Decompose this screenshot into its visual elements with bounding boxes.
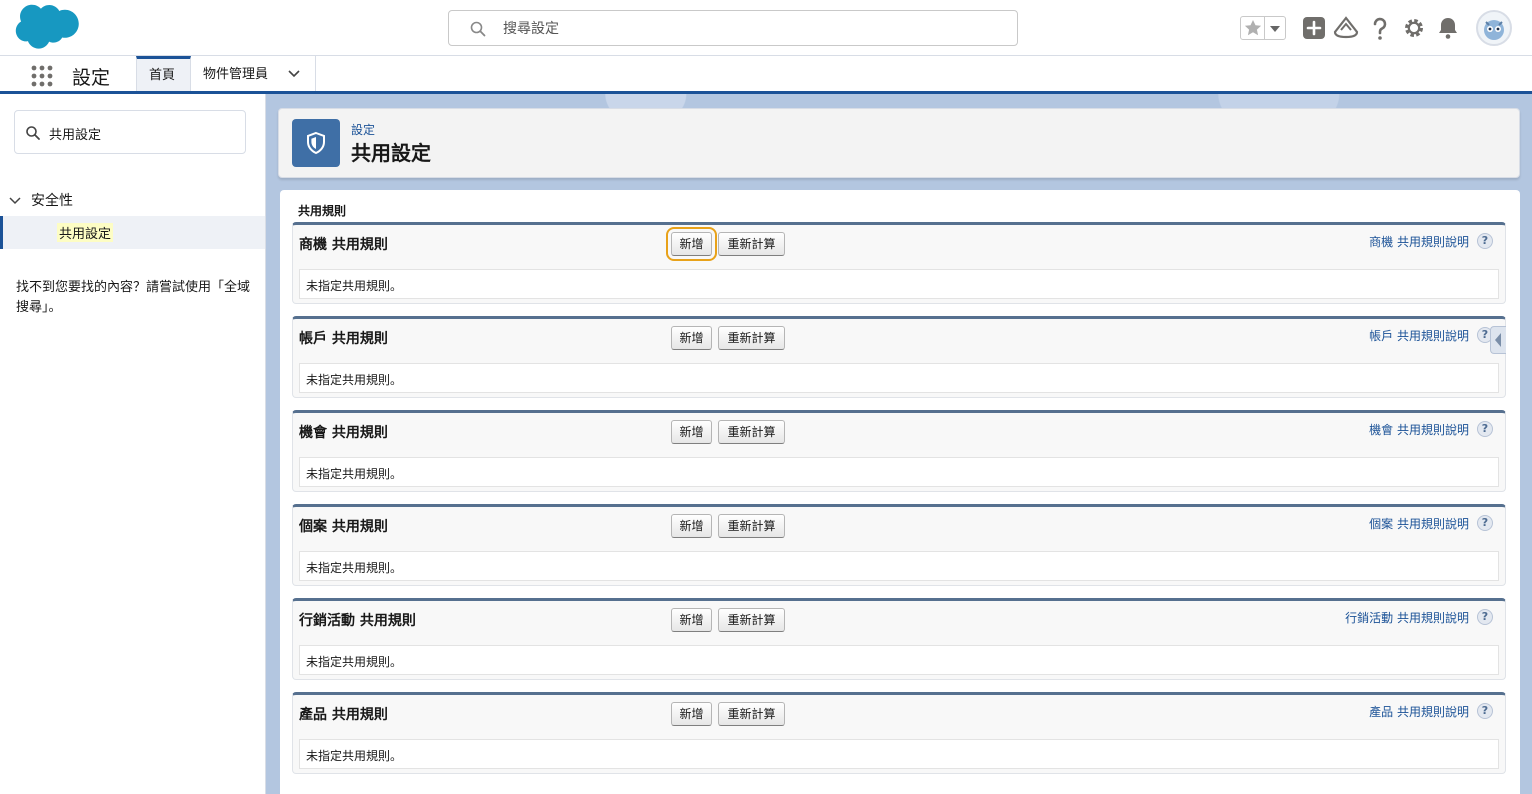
empty-message: 未指定共用規則。 [306,279,403,293]
breadcrumb: 設定 [351,123,376,137]
panel-title: 產品 共用規則 [299,707,388,723]
empty-message: 未指定共用規則。 [306,749,403,763]
notifications-bell-icon[interactable] [1434,14,1462,42]
empty-message: 未指定共用規則。 [306,467,403,481]
section-heading: 共用規則 [298,204,347,218]
tab-home[interactable]: 首頁 [136,56,191,91]
help-link[interactable]: 個案 共用規則說明 [1369,515,1469,532]
recalculate-button[interactable]: 重新計算 [718,232,785,256]
help-link[interactable]: 帳戶 共用規則說明 [1369,327,1469,344]
help-question-icon[interactable]: ? [1477,609,1493,625]
panel-title: 帳戶 共用規則 [299,331,388,347]
app-name: 設定 [72,67,111,89]
favorites-dropdown-icon[interactable] [1265,17,1285,39]
help-question-icon[interactable]: ? [1477,233,1493,249]
panel-body: 未指定共用規則。 [299,457,1499,487]
empty-message: 未指定共用規則。 [306,655,403,669]
global-search[interactable] [448,10,1018,46]
recalculate-button[interactable]: 重新計算 [718,702,785,726]
help-link[interactable]: 行銷活動 共用規則說明 [1345,609,1469,626]
app-launcher-icon[interactable] [30,64,54,88]
global-header [0,0,1532,56]
panel-title: 機會 共用規則 [299,425,388,441]
sharing-rule-panel-campaign: 行銷活動 共用規則 新增 重新計算 行銷活動 共用規則說明 ? 未指定共用規則。 [292,598,1506,680]
quick-find-input[interactable] [49,123,239,143]
panel-body: 未指定共用規則。 [299,551,1499,581]
sharing-rule-panel-product: 產品 共用規則 新增 重新計算 產品 共用規則說明 ? 未指定共用規則。 [292,692,1506,774]
recalculate-button[interactable]: 重新計算 [718,608,785,632]
recalculate-button[interactable]: 重新計算 [718,326,785,350]
recalculate-button[interactable]: 重新計算 [718,514,785,538]
panel-body: 未指定共用規則。 [299,269,1499,299]
panel-title: 個案 共用規則 [299,519,388,535]
chevron-down-icon[interactable] [8,195,22,207]
chevron-left-icon [1495,333,1501,347]
help-link[interactable]: 產品 共用規則說明 [1369,703,1469,720]
panel-body: 未指定共用規則。 [299,363,1499,393]
quick-find[interactable] [14,110,246,154]
recalculate-button[interactable]: 重新計算 [718,420,785,444]
app-navigation: 設定 首頁 物件管理員 [0,56,1532,94]
page-title: 共用設定 [351,141,431,165]
help-question-icon[interactable]: ? [1477,515,1493,531]
setup-sidebar: 安全性 共用設定 找不到您要找的內容？請嘗試使用「全域搜尋」。 [0,94,266,794]
help-link[interactable]: 商機 共用規則說明 [1369,233,1469,250]
panel-body: 未指定共用規則。 [299,645,1499,675]
salesforce-logo[interactable] [14,4,80,52]
help-question-icon[interactable]: ? [1477,703,1493,719]
sharing-rules-section: 共用規則 商機 共用規則 新增 重新計算 商機 共用規則說明 ? 未指定共用規則… [280,190,1520,794]
sharing-rule-panel-case: 個案 共用規則 新增 重新計算 個案 共用規則說明 ? 未指定共用規則。 [292,504,1506,586]
favorites-group [1240,16,1286,40]
new-rule-button[interactable]: 新增 [671,514,712,538]
help-icon[interactable] [1366,14,1394,42]
user-avatar[interactable] [1476,10,1512,46]
panel-title: 商機 共用規則 [299,237,388,253]
help-question-icon[interactable]: ? [1477,421,1493,437]
sharing-rule-panel-lead: 商機 共用規則 新增 重新計算 商機 共用規則說明 ? 未指定共用規則。 [292,222,1506,304]
tree-item-security-label: 安全性 [31,193,73,209]
new-rule-button[interactable]: 新增 [671,702,712,726]
new-rule-button[interactable]: 新增 [671,326,712,350]
search-icon [26,126,40,140]
new-rule-button[interactable]: 新增 [666,227,717,261]
header-utility-icons [1238,10,1528,46]
sidebar-help-text: 找不到您要找的內容？請嘗試使用「全域搜尋」。 [16,280,251,315]
page-header: 設定 共用設定 [278,108,1520,178]
empty-message: 未指定共用規則。 [306,561,403,575]
collapse-panel-handle[interactable] [1490,326,1506,354]
tree-item-sharing-settings[interactable]: 共用設定 [0,216,265,249]
new-rule-button[interactable]: 新增 [671,608,712,632]
new-rule-button[interactable]: 新增 [671,420,712,444]
help-link[interactable]: 機會 共用規則說明 [1369,421,1469,438]
tree-item-security[interactable]: 安全性 [8,190,73,212]
setup-gear-icon[interactable] [1400,14,1428,42]
chevron-down-icon[interactable] [287,68,301,80]
favorites-star-icon[interactable] [1241,17,1265,39]
global-search-input[interactable] [503,18,983,40]
main-content: 設定 共用設定 共用規則 商機 共用規則 新增 重新計算 商機 共用規則說明 ?… [266,94,1532,794]
tab-object-manager-label: 物件管理員 [203,67,269,82]
empty-message: 未指定共用規則。 [306,373,403,387]
tab-object-manager[interactable]: 物件管理員 [191,56,316,91]
panel-title: 行銷活動 共用規則 [299,613,416,629]
sharing-shield-icon [292,119,340,167]
search-icon [470,21,486,37]
sharing-rule-panel-account: 帳戶 共用規則 新增 重新計算 帳戶 共用規則說明 ? 未指定共用規則。 [292,316,1506,398]
panel-body: 未指定共用規則。 [299,739,1499,769]
sharing-rule-panel-opportunity: 機會 共用規則 新增 重新計算 機會 共用規則說明 ? 未指定共用規則。 [292,410,1506,492]
tree-item-sharing-settings-label: 共用設定 [57,223,114,242]
trailhead-icon[interactable] [1332,14,1360,42]
global-add-icon[interactable] [1300,14,1328,42]
